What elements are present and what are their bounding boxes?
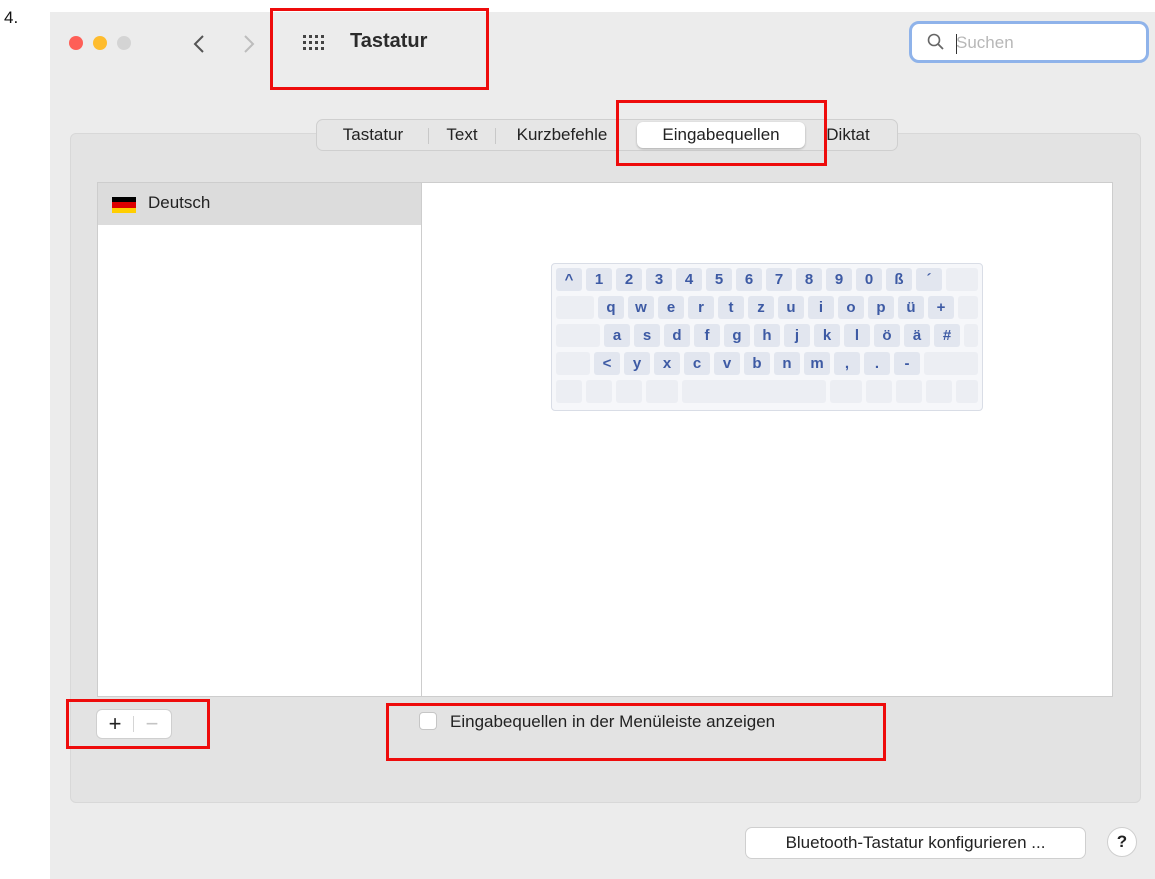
- tab-divider: [495, 128, 496, 144]
- forward-button[interactable]: [236, 26, 262, 60]
- key: v: [714, 352, 740, 375]
- key-return-top: [958, 296, 978, 319]
- key-command-left: [646, 380, 678, 403]
- key: m: [804, 352, 830, 375]
- configure-bluetooth-keyboard-button[interactable]: Bluetooth-Tastatur konfigurieren ...: [745, 827, 1086, 859]
- key-shift-right: [924, 352, 978, 375]
- key: s: [634, 324, 660, 347]
- key: +: [928, 296, 954, 319]
- key-space: [682, 380, 826, 403]
- key: n: [774, 352, 800, 375]
- key: u: [778, 296, 804, 319]
- key: y: [624, 352, 650, 375]
- keyboard-layout-preview: ^ 1 2 3 4 5 6 7 8 9 0 ß ´ q w e r t z u …: [551, 263, 983, 411]
- key-command-right: [830, 380, 862, 403]
- key: <: [594, 352, 620, 375]
- key-return-bottom: [964, 324, 978, 347]
- key: b: [744, 352, 770, 375]
- key-arrow-left: [896, 380, 922, 403]
- key: 6: [736, 268, 762, 291]
- help-button[interactable]: ?: [1107, 827, 1137, 857]
- key: -: [894, 352, 920, 375]
- key: t: [718, 296, 744, 319]
- key: 8: [796, 268, 822, 291]
- input-sources-list: Deutsch: [97, 182, 422, 697]
- search-input[interactable]: [954, 30, 1138, 56]
- key: .: [864, 352, 890, 375]
- key: ^: [556, 268, 582, 291]
- key-tab: [556, 296, 594, 319]
- tab-text[interactable]: Text: [433, 122, 491, 148]
- key: w: [628, 296, 654, 319]
- keyboard-preview-pane: ^ 1 2 3 4 5 6 7 8 9 0 ß ´ q w e r t z u …: [421, 182, 1113, 697]
- key: 1: [586, 268, 612, 291]
- key: x: [654, 352, 680, 375]
- key: f: [694, 324, 720, 347]
- minimize-window-button[interactable]: [93, 36, 107, 50]
- chevron-left-icon: [193, 35, 204, 53]
- annotation-highlight-checkbox: [386, 703, 886, 761]
- close-window-button[interactable]: [69, 36, 83, 50]
- titlebar: Tastatur: [50, 12, 1155, 74]
- key: 9: [826, 268, 852, 291]
- text-caret: [956, 34, 957, 54]
- key: ö: [874, 324, 900, 347]
- tab-divider: [428, 128, 429, 144]
- key: g: [724, 324, 750, 347]
- key: a: [604, 324, 630, 347]
- key: 7: [766, 268, 792, 291]
- annotation-highlight-add-button: [66, 699, 210, 749]
- chevron-right-icon: [244, 35, 255, 53]
- key: 3: [646, 268, 672, 291]
- key-delete: [946, 268, 978, 291]
- key: e: [658, 296, 684, 319]
- key: l: [844, 324, 870, 347]
- key-fn: [556, 380, 582, 403]
- key-arrow-updown: [926, 380, 952, 403]
- list-item-label: Deutsch: [148, 193, 211, 212]
- key-shift-left: [556, 352, 590, 375]
- key: i: [808, 296, 834, 319]
- annotation-highlight-tab: [616, 100, 827, 166]
- search-field[interactable]: [909, 21, 1149, 63]
- key: ü: [898, 296, 924, 319]
- key: ß: [886, 268, 912, 291]
- key: 4: [676, 268, 702, 291]
- key-control: [586, 380, 612, 403]
- zoom-window-button[interactable]: [117, 36, 131, 50]
- search-icon: [927, 33, 944, 50]
- key-option-right: [866, 380, 892, 403]
- key: 0: [856, 268, 882, 291]
- list-item-deutsch[interactable]: Deutsch: [98, 183, 421, 225]
- key: ´: [916, 268, 942, 291]
- key: ,: [834, 352, 860, 375]
- key: d: [664, 324, 690, 347]
- tab-tastatur[interactable]: Tastatur: [323, 122, 423, 148]
- key: #: [934, 324, 960, 347]
- key: 2: [616, 268, 642, 291]
- key: c: [684, 352, 710, 375]
- key: ä: [904, 324, 930, 347]
- step-label: 4.: [4, 8, 19, 27]
- key: h: [754, 324, 780, 347]
- annotation-highlight-title: [270, 8, 489, 90]
- key: z: [748, 296, 774, 319]
- key-arrow-right: [956, 380, 978, 403]
- de-flag-icon: [112, 197, 136, 213]
- key: p: [868, 296, 894, 319]
- key-option: [616, 380, 642, 403]
- back-button[interactable]: [186, 26, 212, 60]
- key: o: [838, 296, 864, 319]
- key: k: [814, 324, 840, 347]
- key: q: [598, 296, 624, 319]
- key: r: [688, 296, 714, 319]
- key-caps-lock: [556, 324, 600, 347]
- tab-kurzbefehle[interactable]: Kurzbefehle: [501, 122, 623, 148]
- key: 5: [706, 268, 732, 291]
- key: j: [784, 324, 810, 347]
